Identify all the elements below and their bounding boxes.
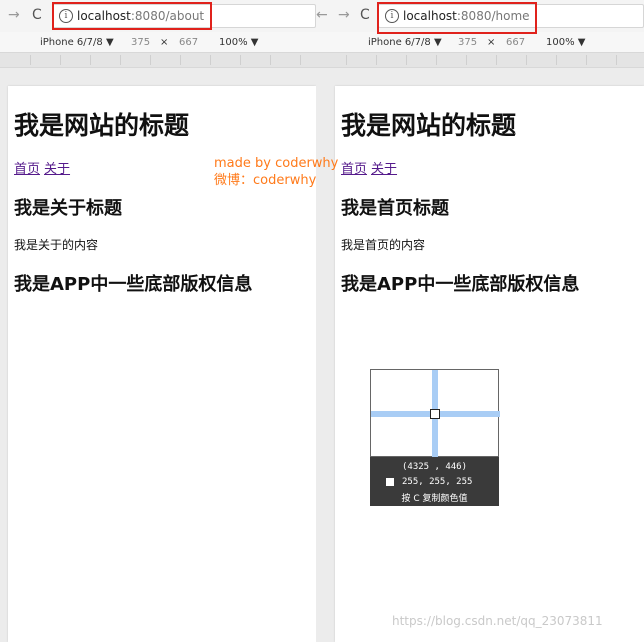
page-content: 我是关于的内容 (14, 238, 99, 252)
site-title: 我是网站的标题 (341, 111, 517, 140)
magnifier-zoom (370, 369, 500, 458)
device-width[interactable]: 375 (458, 37, 477, 48)
device-select[interactable]: iPhone 6/7/8 ▼ (40, 37, 114, 48)
color-swatch-icon (386, 477, 394, 486)
link-about[interactable]: 关于 (44, 162, 70, 177)
forward-arrow-icon[interactable]: → (8, 7, 20, 23)
page-heading: 我是关于标题 (14, 198, 122, 219)
footer-text: 我是APP中一些底部版权信息 (14, 274, 253, 295)
author-line-1: made by coderwhy (214, 156, 339, 171)
site-title: 我是网站的标题 (14, 111, 190, 140)
media-query-ruler[interactable] (0, 52, 316, 68)
author-line-2: 微博：coderwhy (214, 173, 317, 188)
browser-pane-right: ← → C i localhost:8080/home iPhone 6/7/8… (316, 0, 644, 642)
zoom-select[interactable]: 100% ▼ (546, 37, 585, 48)
picker-hint: 按 C 复制颜色值 (401, 494, 468, 504)
author-annotation: made by coderwhy 微博：coderwhy (214, 155, 338, 189)
zoom-select[interactable]: 100% ▼ (219, 37, 258, 48)
reload-icon[interactable]: C (32, 7, 42, 23)
device-toolbar: iPhone 6/7/8 ▼ 375 × 667 100% ▼ (0, 32, 316, 52)
back-arrow-icon[interactable]: ← (316, 7, 328, 23)
device-width[interactable]: 375 (131, 37, 150, 48)
page-content: 我是首页的内容 (341, 238, 426, 252)
color-picker-magnifier: (4325 , 446) 255, 255, 255 按 C 复制颜色值 (370, 369, 500, 506)
watermark: https://blog.csdn.net/qq_23073811 (392, 614, 603, 628)
dimension-times-icon: × (160, 37, 169, 48)
picker-rgb: 255, 255, 255 (386, 477, 472, 487)
device-toolbar: iPhone 6/7/8 ▼ 375 × 667 100% ▼ (316, 32, 644, 52)
link-home[interactable]: 首页 (14, 162, 40, 177)
forward-arrow-icon[interactable]: → (338, 7, 350, 23)
device-height[interactable]: 667 (179, 37, 198, 48)
page-heading: 我是首页标题 (341, 198, 449, 219)
media-query-ruler[interactable] (316, 52, 644, 68)
page-viewport: 我是网站的标题 首页 关于 我是首页标题 我是首页的内容 我是APP中一些底部版权… (335, 86, 644, 642)
link-about[interactable]: 关于 (371, 162, 397, 177)
reload-icon[interactable]: C (360, 7, 370, 23)
highlight-box-right-url (377, 2, 537, 34)
picker-coords: (4325 , 446) (401, 462, 468, 472)
browser-pane-left: → C i localhost:8080/about iPhone 6/7/8 … (0, 0, 316, 642)
crosshair-icon (430, 409, 440, 419)
device-height[interactable]: 667 (506, 37, 525, 48)
device-select[interactable]: iPhone 6/7/8 ▼ (368, 37, 442, 48)
nav-links: 首页 关于 (341, 158, 401, 177)
dimension-times-icon: × (487, 37, 496, 48)
highlight-box-left-url (52, 2, 212, 30)
picker-info: (4325 , 446) 255, 255, 255 按 C 复制颜色值 (370, 457, 499, 506)
footer-text: 我是APP中一些底部版权信息 (341, 274, 580, 295)
link-home[interactable]: 首页 (341, 162, 367, 177)
nav-links: 首页 关于 (14, 158, 74, 177)
